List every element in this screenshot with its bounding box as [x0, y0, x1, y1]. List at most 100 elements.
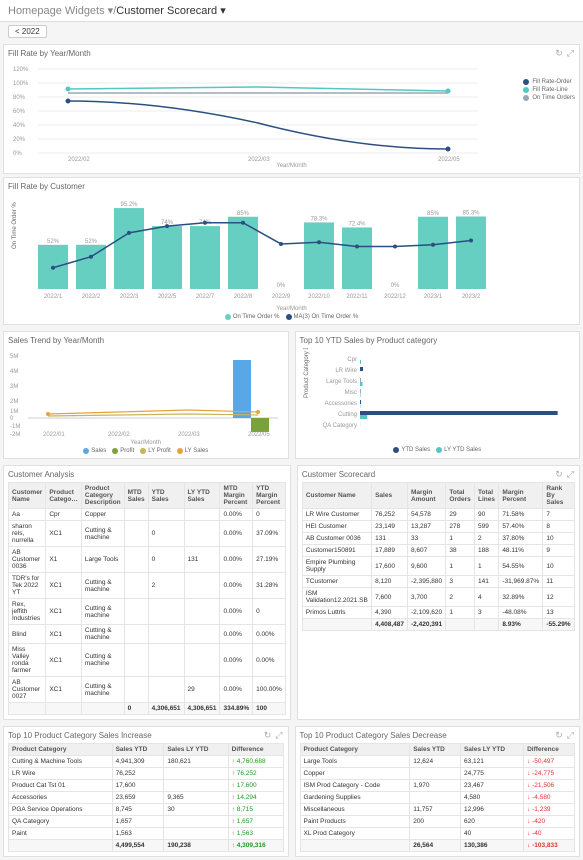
table-row[interactable]: TDR's for Tek 2022 YTXC1Cutting & machin… [9, 573, 286, 599]
column-header[interactable]: Margin Percent [499, 483, 543, 509]
expand-icon[interactable]: ⤢ [567, 48, 574, 59]
table-row[interactable]: AB Customer 0027XC1Cutting & machine290.… [9, 677, 286, 703]
table-row[interactable]: Product Cat Tst 0117,600↑ 17,600 [9, 780, 284, 792]
column-header[interactable]: Total Lines [475, 483, 499, 509]
column-header[interactable]: Sales LY YTD [460, 744, 523, 756]
card-title: Top 10 Product Category Sales Increase [8, 731, 284, 740]
refresh-icon[interactable]: ↻ [555, 469, 563, 480]
fill-rate-customer-card: Fill Rate by Customer On Time Order % 52… [3, 177, 580, 325]
table-row[interactable]: Large Tools12,62463,121↓ -50,497 [300, 756, 575, 768]
table-total-row: 26,564130,386↓ -103,833 [300, 840, 575, 852]
table-row[interactable]: Copper24,775↓ -24,775 [300, 768, 575, 780]
svg-text:2023/2: 2023/2 [462, 294, 481, 300]
svg-text:2022/03: 2022/03 [248, 157, 270, 161]
refresh-icon[interactable]: ↻ [555, 730, 563, 741]
table-row[interactable]: Customer15089117,8898,6073818848.11%9 [302, 545, 574, 557]
svg-text:4M: 4M [10, 369, 18, 375]
column-header[interactable]: Sales LY YTD [164, 744, 228, 756]
table-total-row: 04,306,6514,306,651334.89%100 [9, 703, 286, 715]
table-row[interactable]: TCustomer8,120-2,395,8803141-31,969.87%1… [302, 576, 574, 588]
customer-scorecard-table: Customer NameSalesMargin AmountTotal Ord… [302, 482, 575, 631]
table-total-row: 4,408,487-2,420,3918.93%-55.29% [302, 619, 574, 631]
legend: Fill Rate-Order Fill Rate-Line On Time O… [523, 77, 575, 103]
sales-trend-card: Sales Trend by Year/Month 5M4M3M2M1M0-1M… [3, 331, 289, 459]
table-row[interactable]: Empire Plumbing Supply17,6009,6001154.55… [302, 557, 574, 576]
table-row[interactable]: Paint1,563↑ 1,563 [9, 828, 284, 840]
column-header[interactable]: Product Category Description [81, 483, 124, 509]
svg-text:On Time Order %: On Time Order % [12, 202, 18, 249]
svg-text:20%: 20% [13, 137, 26, 143]
table-row[interactable]: ISM Validation12.2021.SB7,6003,7002432.8… [302, 588, 574, 607]
table-row[interactable]: sharon rels, nurrellaXC1Cutting & machin… [9, 521, 286, 547]
refresh-icon[interactable]: ↻ [555, 48, 563, 59]
svg-text:2022/7: 2022/7 [196, 294, 215, 300]
column-header[interactable]: LY YTD Sales [184, 483, 220, 509]
table-row[interactable]: Paint Products200620↓ -420 [300, 816, 575, 828]
card-title: Sales Trend by Year/Month [8, 336, 284, 345]
table-row[interactable]: Primos Luttrls4,390-2,109,62013-48.08%13 [302, 607, 574, 619]
column-header[interactable]: Difference [524, 744, 575, 756]
refresh-icon[interactable]: ↻ [264, 730, 272, 741]
column-header[interactable]: MTD Margin Percent [220, 483, 253, 509]
expand-icon[interactable]: ⤢ [567, 730, 574, 741]
table-row[interactable]: BlindXC1Cutting & machine0.00%0.00% [9, 625, 286, 644]
table-row[interactable]: LR Wire Customer76,25254,578299071.58%7 [302, 509, 574, 521]
customer-analysis-table: Customer NameProduct Catego…Product Cate… [8, 482, 286, 715]
column-header[interactable]: Sales YTD [410, 744, 461, 756]
column-header[interactable]: YTD Sales [148, 483, 184, 509]
svg-text:Large Tools: Large Tools [326, 379, 357, 385]
table-row[interactable]: AB Customer 0036131331237.80%10 [302, 533, 574, 545]
filter-chip[interactable]: < 2022 [8, 25, 47, 38]
table-row[interactable]: HEI Customer23,14913,28727859957.40%8 [302, 521, 574, 533]
fill-rate-customer-chart: On Time Order % 52%52%95.2%74%74%85%0%78… [8, 194, 573, 304]
column-header[interactable]: YTD Margin Percent [253, 483, 286, 509]
table-row[interactable]: Rex, jeffith IndustriesXC1Cutting & mach… [9, 599, 286, 625]
svg-text:1M: 1M [10, 409, 18, 415]
column-header[interactable]: Product Catego… [46, 483, 82, 509]
table-row[interactable]: Accessories23,6599,365↑ 14,294 [9, 792, 284, 804]
column-header[interactable]: Margin Amount [408, 483, 446, 509]
svg-text:2022/01: 2022/01 [43, 432, 65, 438]
card-title: Top 10 Product Category Sales Decrease [300, 731, 576, 740]
column-header[interactable]: Sales YTD [112, 744, 164, 756]
column-header[interactable]: Total Orders [446, 483, 475, 509]
table-row[interactable]: Miss Valley ronda farmerXC1Cutting & mac… [9, 644, 286, 677]
card-title: Top 10 YTD Sales by Product category [300, 336, 576, 345]
column-header[interactable]: Product Category [300, 744, 410, 756]
table-row[interactable]: AaCprCopper0.00%0 [9, 509, 286, 521]
table-row[interactable]: XL Prod Category40↓ -40 [300, 828, 575, 840]
svg-text:2022/12: 2022/12 [384, 294, 406, 300]
svg-text:2022/05: 2022/05 [248, 432, 270, 438]
breadcrumb-current[interactable]: Customer Scorecard ▾ [116, 4, 225, 17]
table-row[interactable]: Miscellaneous11,75712,996↓ -1,239 [300, 804, 575, 816]
table-row[interactable]: Gardening Supplies4,580↓ -4,580 [300, 792, 575, 804]
expand-icon[interactable]: ⤢ [275, 730, 282, 741]
card-title: Fill Rate by Year/Month [8, 49, 575, 58]
column-header[interactable]: Sales [372, 483, 408, 509]
fill-rate-year-chart: 120%100%80%60%40%20%0% 2022/022022/03202… [8, 61, 488, 161]
expand-icon[interactable]: ⤢ [567, 469, 574, 480]
svg-text:-1M: -1M [10, 424, 20, 430]
svg-text:0%: 0% [13, 151, 22, 157]
column-header[interactable]: Difference [228, 744, 283, 756]
table-row[interactable]: PGA Service Operations8,74530↑ 8,715 [9, 804, 284, 816]
sales-decrease-table: Product CategorySales YTDSales LY YTDDif… [300, 743, 576, 852]
legend: On Time Order % MA(3) On Time Order % [8, 314, 575, 320]
column-header[interactable]: MTD Sales [124, 483, 148, 509]
column-header[interactable]: Customer Name [302, 483, 371, 509]
table-row[interactable]: QA Category1,657↑ 1,657 [9, 816, 284, 828]
column-header[interactable]: Customer Name [9, 483, 46, 509]
column-header[interactable]: Rank By Sales [543, 483, 575, 509]
svg-text:2M: 2M [10, 399, 18, 405]
column-header[interactable]: Product Category [9, 744, 113, 756]
svg-text:0%: 0% [391, 283, 400, 289]
table-row[interactable]: LR Wire76,252↑ 76,252 [9, 768, 284, 780]
table-row[interactable]: Cutting & Machine Tools4,941,309180,621↑… [9, 756, 284, 768]
svg-text:2022/1: 2022/1 [44, 294, 63, 300]
table-row[interactable]: AB Customer 0036X1Large Tools01310.00%27… [9, 547, 286, 573]
svg-text:2022/5: 2022/5 [158, 294, 177, 300]
card-title: Customer Analysis [8, 470, 286, 479]
svg-text:Cpr: Cpr [347, 357, 357, 363]
table-row[interactable]: ISM Prod Category - Code1,97023,467↓ -21… [300, 780, 575, 792]
breadcrumb-root[interactable]: Homepage Widgets ▾ [8, 4, 113, 17]
